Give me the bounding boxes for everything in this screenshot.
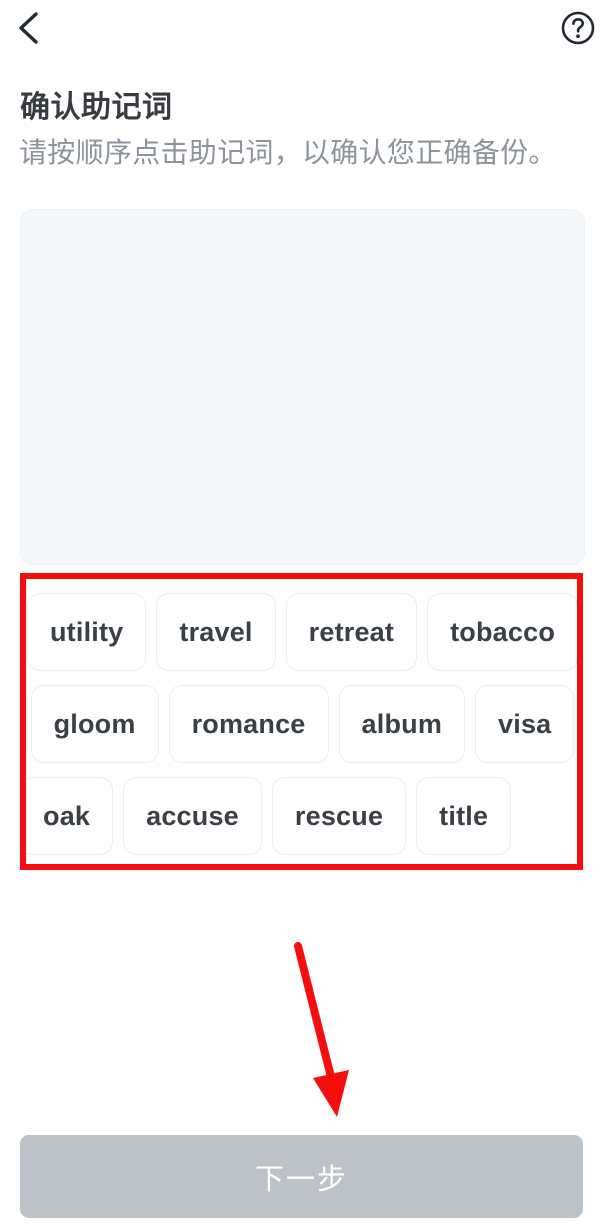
back-button[interactable] — [4, 4, 52, 52]
word-bank: utility travel retreat tobacco gloom rom… — [20, 585, 585, 875]
page-title: 确认助记词 — [20, 91, 173, 124]
page-subtitle: 请按顺序点击助记词，以确认您正确备份。 — [19, 137, 557, 168]
word-chip[interactable]: retreat — [285, 593, 418, 671]
word-bank-row: gloom romance album visa — [20, 685, 585, 763]
word-chip[interactable]: utility — [26, 593, 147, 671]
word-chip[interactable]: oak — [20, 777, 114, 855]
word-bank-row: oak accuse rescue title — [20, 777, 585, 855]
word-chip[interactable]: gloom — [30, 685, 159, 763]
word-chip[interactable]: visa — [475, 685, 575, 763]
word-chip[interactable]: rescue — [271, 777, 407, 855]
word-bank-row: utility travel retreat tobacco — [20, 593, 585, 671]
top-bar — [0, 0, 610, 62]
selected-words-panel[interactable] — [20, 209, 585, 565]
help-circle-icon — [560, 10, 596, 46]
annotation-arrow-icon — [270, 930, 380, 1130]
word-chip[interactable]: romance — [168, 685, 329, 763]
chevron-left-icon — [15, 11, 41, 45]
word-chip[interactable]: tobacco — [427, 593, 579, 671]
next-button[interactable]: 下一步 — [20, 1135, 583, 1218]
word-chip[interactable]: accuse — [123, 777, 262, 855]
word-chip[interactable]: travel — [156, 593, 276, 671]
word-chip[interactable]: album — [338, 685, 466, 763]
help-button[interactable] — [558, 8, 598, 48]
word-chip[interactable]: title — [416, 777, 512, 855]
